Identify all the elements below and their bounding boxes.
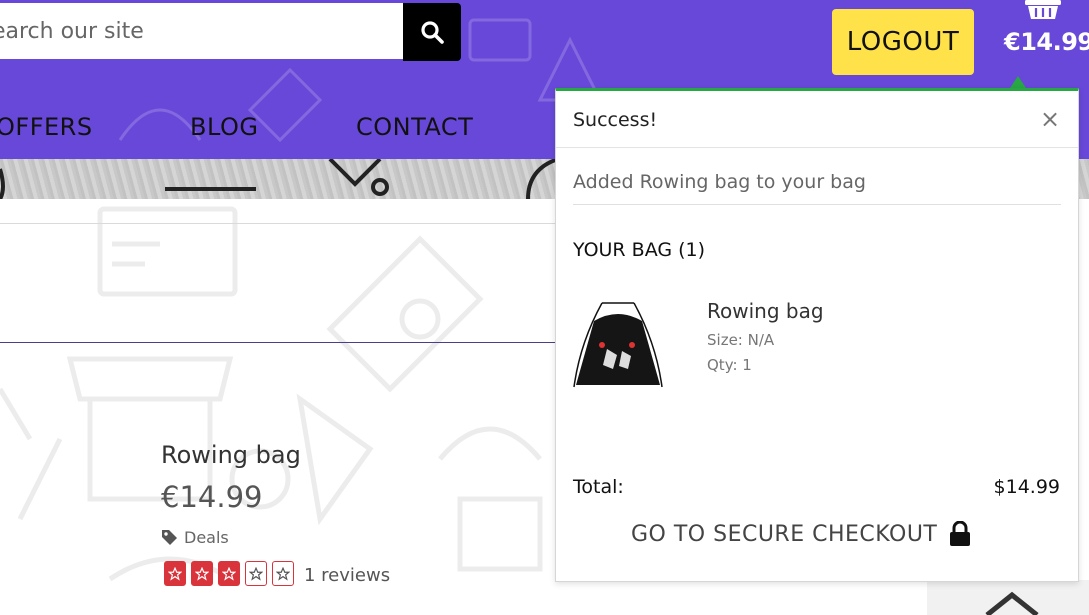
- checkout-label: GO TO SECURE CHECKOUT: [631, 521, 938, 547]
- product-price: €14.99: [161, 480, 263, 514]
- tag-icon: [162, 530, 177, 545]
- product-category-link[interactable]: Deals: [161, 528, 229, 547]
- search-input[interactable]: [0, 3, 404, 59]
- review-count[interactable]: 1 reviews: [304, 565, 390, 586]
- toast-divider: [556, 147, 1078, 148]
- toast-pointer: [1010, 76, 1026, 88]
- bag-item-name: Rowing bag: [707, 299, 824, 323]
- star-icon: [191, 561, 213, 586]
- total-label: Total:: [573, 476, 624, 498]
- adjacent-product-card: [927, 580, 1089, 615]
- bag-item-qty: Qty: 1: [707, 356, 752, 374]
- search-icon: [421, 21, 444, 44]
- section-divider-accent: [0, 342, 555, 343]
- section-divider: [0, 223, 555, 224]
- total-value: $14.99: [993, 476, 1060, 498]
- nav-item-contact[interactable]: CONTACT: [356, 113, 473, 141]
- success-toast: Success! × Added Rowing bag to your bag …: [555, 88, 1079, 582]
- close-icon[interactable]: ×: [1040, 105, 1060, 133]
- star-icon: [218, 561, 240, 586]
- basket-link[interactable]: €14.99: [1000, 0, 1089, 70]
- toast-divider: [573, 204, 1061, 205]
- bag-heading: YOUR BAG (1): [573, 239, 706, 261]
- star-icon: [245, 561, 267, 586]
- logout-button[interactable]: LOGOUT: [832, 9, 974, 75]
- star-icon: [272, 561, 294, 586]
- checkout-button[interactable]: GO TO SECURE CHECKOUT: [631, 521, 971, 547]
- bag-item-size: Size: N/A: [707, 331, 775, 349]
- star-icon: [164, 561, 186, 586]
- toast-message: Added Rowing bag to your bag: [573, 171, 866, 193]
- search-button[interactable]: [403, 3, 461, 61]
- product-category-label: Deals: [184, 528, 229, 547]
- nav-item-offers[interactable]: OFFERS: [0, 113, 93, 141]
- product-name[interactable]: Rowing bag: [161, 441, 301, 469]
- lock-icon: [950, 521, 971, 546]
- toast-title: Success!: [573, 109, 658, 131]
- basket-icon: [1025, 0, 1061, 19]
- product-rating: [164, 561, 294, 586]
- nav-item-blog[interactable]: BLOG: [190, 113, 258, 141]
- bag-item-image: [573, 302, 663, 388]
- basket-total: €14.99: [1004, 28, 1089, 56]
